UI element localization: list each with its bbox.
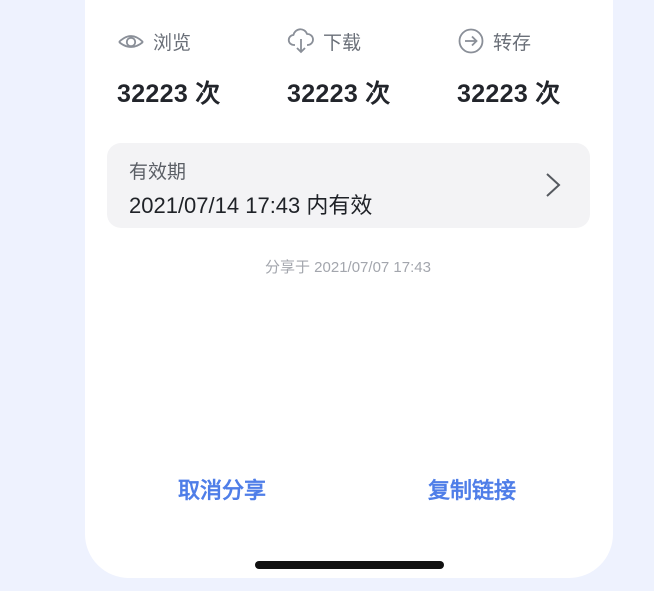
stat-views-label: 浏览 bbox=[153, 32, 192, 54]
cloud-download-icon bbox=[287, 27, 315, 55]
stat-saves-value: 32223 次 bbox=[457, 80, 561, 108]
stat-downloads-label: 下载 bbox=[323, 32, 362, 54]
stat-views: 浏览 32223 次 bbox=[117, 24, 277, 110]
cancel-share-button[interactable]: 取消分享 bbox=[178, 473, 266, 505]
copy-link-button[interactable]: 复制链接 bbox=[428, 473, 516, 505]
stat-saves-label: 转存 bbox=[493, 32, 532, 54]
circle-arrow-right-icon bbox=[457, 27, 485, 55]
validity-row[interactable]: 有效期 2021/07/14 17:43 内有效 bbox=[107, 143, 590, 228]
stat-saves: 转存 32223 次 bbox=[457, 24, 617, 110]
share-stats: 浏览 32223 次 下载 32223 次 转存 32223 次 bbox=[0, 0, 654, 120]
share-time: 分享于 2021/07/07 17:43 bbox=[265, 259, 431, 276]
validity-label: 有效期 bbox=[129, 162, 187, 183]
validity-value: 2021/07/14 17:43 内有效 bbox=[129, 193, 373, 218]
chevron-right-icon bbox=[544, 171, 562, 199]
eye-icon bbox=[117, 27, 145, 55]
stat-downloads-value: 32223 次 bbox=[287, 80, 391, 108]
home-indicator bbox=[255, 561, 444, 569]
stat-views-value: 32223 次 bbox=[117, 80, 221, 108]
stat-downloads: 下载 32223 次 bbox=[287, 24, 447, 110]
